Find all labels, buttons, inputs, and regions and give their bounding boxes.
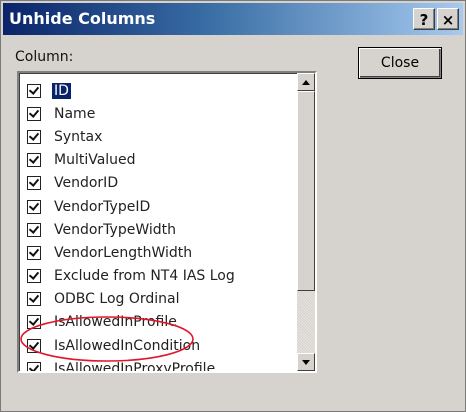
column-checkbox[interactable]: [27, 292, 41, 307]
column-item-label: IsAllowedInProxyProfile: [54, 360, 216, 373]
column-checkbox[interactable]: [27, 315, 41, 330]
column-list-item[interactable]: IsAllowedInProxyProfile: [27, 357, 295, 373]
column-item-label: Exclude from NT4 IAS Log: [54, 268, 235, 285]
column-checkbox[interactable]: [27, 153, 41, 168]
close-button[interactable]: Close: [358, 47, 442, 79]
column-checkbox[interactable]: [27, 338, 41, 353]
columns-list: ID Name Syntax MultiValued VendorID VendorTyp…: [27, 79, 295, 373]
column-list-item[interactable]: VendorTypeID: [27, 195, 295, 218]
column-list-item[interactable]: ODBC Log Ordinal: [27, 288, 295, 311]
column-item-label: VendorID: [54, 175, 119, 192]
arrow-up-icon: [302, 80, 310, 85]
column-checkbox[interactable]: [27, 106, 41, 121]
column-list-item[interactable]: ID: [27, 79, 295, 102]
column-list-item[interactable]: VendorTypeWidth: [27, 218, 295, 241]
arrow-down-icon: [302, 360, 310, 365]
title-bar: Unhide Columns ? ×: [3, 3, 463, 35]
unhide-columns-dialog: Unhide Columns ? × Column: Close ID Name S…: [0, 0, 466, 412]
column-list-item[interactable]: VendorLengthWidth: [27, 241, 295, 264]
column-item-label: VendorTypeID: [54, 198, 151, 215]
column-item-label: VendorTypeWidth: [54, 221, 177, 238]
column-checkbox[interactable]: [27, 245, 41, 260]
column-item-label: ODBC Log Ordinal: [54, 291, 180, 308]
column-checkbox[interactable]: [27, 176, 41, 191]
column-item-label: VendorLengthWidth: [54, 244, 193, 261]
column-checkbox[interactable]: [27, 222, 41, 237]
column-item-label: Syntax: [54, 128, 103, 145]
help-button[interactable]: ?: [413, 8, 435, 30]
scroll-up-button[interactable]: [297, 73, 315, 91]
column-checkbox[interactable]: [27, 83, 41, 98]
scroll-down-button[interactable]: [297, 353, 315, 371]
scroll-thumb[interactable]: [297, 91, 315, 291]
window-title: Unhide Columns: [9, 9, 156, 28]
column-list-item[interactable]: Syntax: [27, 125, 295, 148]
column-item-label: IsAllowedInProfile: [54, 314, 177, 331]
column-list-item[interactable]: VendorID: [27, 172, 295, 195]
column-checkbox[interactable]: [27, 199, 41, 214]
vertical-scrollbar[interactable]: [297, 73, 315, 371]
column-item-label: IsAllowedInCondition: [54, 337, 201, 354]
column-list-item[interactable]: Exclude from NT4 IAS Log: [27, 265, 295, 288]
column-checkbox[interactable]: [27, 269, 41, 284]
column-item-label: ID: [52, 82, 71, 99]
column-list-item[interactable]: MultiValued: [27, 149, 295, 172]
column-checkbox[interactable]: [27, 129, 41, 144]
column-item-label: Name: [54, 105, 96, 122]
column-label: Column:: [15, 49, 74, 65]
column-checkbox[interactable]: [27, 361, 41, 371]
column-list-item[interactable]: Name: [27, 102, 295, 125]
columns-listbox[interactable]: ID Name Syntax MultiValued VendorID VendorTyp…: [17, 71, 317, 373]
column-item-label: MultiValued: [54, 152, 136, 169]
window-close-button[interactable]: ×: [437, 8, 459, 30]
column-list-item[interactable]: IsAllowedInCondition: [27, 334, 295, 357]
column-list-item[interactable]: IsAllowedInProfile: [27, 311, 295, 334]
